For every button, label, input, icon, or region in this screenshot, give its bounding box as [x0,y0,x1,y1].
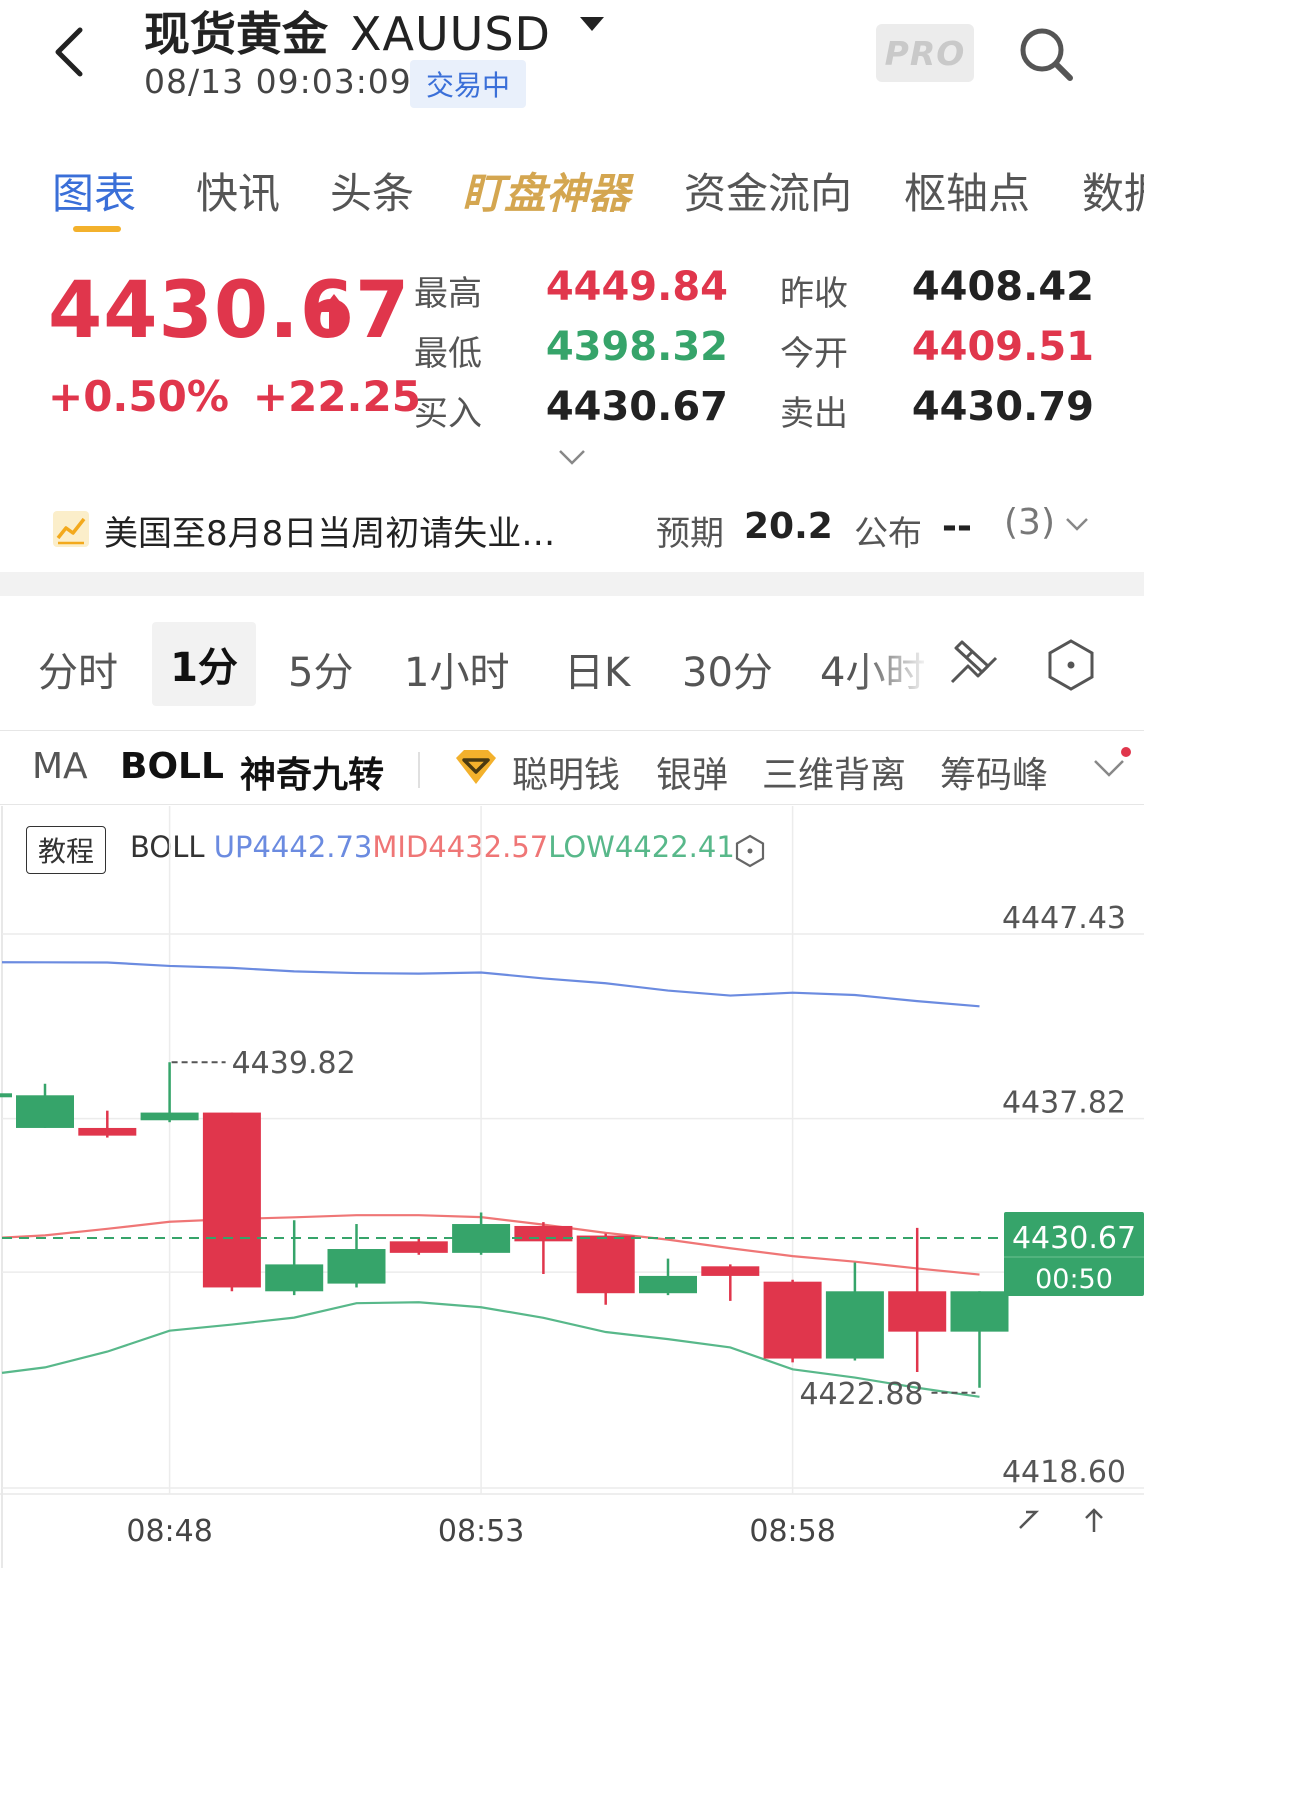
indicator-smart-money[interactable]: 聪明钱 [512,746,620,798]
period-5min[interactable]: 5分 [288,640,353,698]
tab-monitor[interactable]: 盯盘神器 [462,160,630,220]
instrument-name: 现货黄金 [144,7,328,61]
fullscreen-icon-arrow [1019,1510,1040,1529]
ask-label: 卖出 [780,394,848,434]
tab-chart[interactable]: 图表 [52,160,136,220]
active-tab-indicator [73,226,121,232]
chevron-down-icon[interactable] [1092,756,1126,780]
period-30min[interactable]: 30分 [682,640,773,698]
candle-body [576,1235,635,1294]
candle-body [140,1112,199,1121]
last-price: 4430.67 [48,266,411,356]
pro-button[interactable]: PRO [876,24,974,82]
high-label: 最高 [414,274,482,314]
indicator-chip-peak[interactable]: 筹码峰 [940,746,1048,798]
divider [0,804,1144,805]
period-daily[interactable]: 日K [564,640,630,698]
candle-body [888,1291,947,1332]
open-label: 今开 [780,334,848,374]
tab-flash-news[interactable]: 快讯 [196,160,280,220]
expand-chevron-icon[interactable] [556,446,588,468]
tab-pivot-points[interactable]: 枢轴点 [904,160,1030,220]
period-intraday[interactable]: 分时 [38,640,118,698]
candles [0,1062,1009,1388]
indicator-ma[interactable]: MA [32,746,88,787]
expected-label: 预期 [656,514,724,554]
min-marker-label: 4422.88 [799,1377,923,1412]
y-tick-label: 4418.60 [1002,1455,1126,1490]
indicator-td-sequential[interactable]: 神奇九转 [240,746,384,798]
countdown-label: 00:50 [1035,1264,1113,1295]
price-change: +0.50% +22.25 [48,372,421,421]
indicator-separator [418,752,420,788]
prev-close-value: 4408.42 [911,264,1094,310]
low-value: 4398.32 [545,324,728,370]
candle-body [389,1241,448,1253]
x-tick-label: 08:48 [126,1514,212,1549]
indicator-boll[interactable]: BOLL [120,746,224,787]
period-1min[interactable]: 1分 [152,622,256,706]
news-count: (3) [1004,502,1055,543]
chart-grid: 4447.43 4437.82 4418.60 08:48 08:53 08:58 [0,806,1144,1568]
scroll-top-icon[interactable] [1085,1508,1103,1532]
divider [0,730,1144,731]
period-scroll-fade [860,622,930,706]
candle-body [0,1093,12,1098]
candle-body [950,1291,1009,1332]
period-1hour[interactable]: 1小时 [404,640,509,698]
max-marker-label: 4439.82 [232,1046,356,1081]
candlestick-chart[interactable]: 4447.43 4437.82 4418.60 08:48 08:53 08:58 443… [0,806,1144,1568]
low-label: 最低 [414,334,482,374]
bid-value: 4430.67 [545,384,728,430]
candle-body [763,1281,822,1359]
open-value: 4409.51 [911,324,1094,370]
candle-body [16,1095,74,1128]
high-value: 4449.84 [545,264,728,310]
tab-headlines[interactable]: 头条 [330,160,414,220]
candle-body [265,1264,324,1292]
section-divider [0,572,1144,596]
trading-status-badge: 交易中 [410,60,526,108]
instrument-symbol: XAUUSD [350,7,551,61]
caret-down-icon[interactable] [578,14,606,34]
up-arrow-icon [320,294,348,332]
settings-hexagon-icon[interactable] [1046,638,1096,692]
last-price-tag-value: 4430.67 [1012,1221,1136,1256]
content-tabs: 图表 快讯 头条 盯盘神器 资金流向 枢轴点 数据 [0,160,1144,220]
published-label: 公布 [854,514,922,554]
candle-body [639,1275,697,1294]
back-arrow-icon[interactable] [44,22,104,82]
boll-upper-line [1,961,980,1008]
change-absolute: +22.25 [252,372,421,421]
y-tick-label: 4447.43 [1002,901,1126,936]
change-percent: +0.50% [48,372,229,421]
tab-capital-flow[interactable]: 资金流向 [684,160,852,220]
prev-close-label: 昨收 [780,274,848,314]
candle-body [202,1112,261,1288]
notification-dot [1121,747,1131,757]
ask-value: 4430.79 [911,384,1094,430]
diamond-icon [456,750,496,784]
tab-data[interactable]: 数据 [1082,160,1144,220]
candle-body [825,1291,884,1359]
indicator-silver-bullet[interactable]: 银弹 [656,746,728,798]
x-tick-label: 08:53 [438,1514,524,1549]
candle-body [327,1249,386,1284]
candle-body [701,1266,760,1276]
fullscreen-icon[interactable] [1019,1510,1040,1529]
y-tick-label: 4437.82 [1002,1086,1126,1121]
drawing-tool-icon[interactable] [948,636,1000,692]
x-tick-label: 08:58 [749,1514,835,1549]
instrument-title[interactable]: 现货黄金 XAUUSD [144,0,551,64]
candle-body [78,1127,137,1136]
search-icon[interactable] [1014,22,1078,86]
indicator-3d-divergence[interactable]: 三维背离 [762,746,906,798]
news-headline[interactable]: 美国至8月8日当周初请失业… [104,506,555,555]
chevron-down-icon[interactable] [1064,514,1090,534]
published-value: -- [942,506,972,547]
quote-timestamp: 08/13 09:03:09 [144,62,412,101]
expected-value: 20.2 [744,506,833,547]
bid-label: 买入 [414,394,482,434]
economic-data-icon [53,511,89,547]
